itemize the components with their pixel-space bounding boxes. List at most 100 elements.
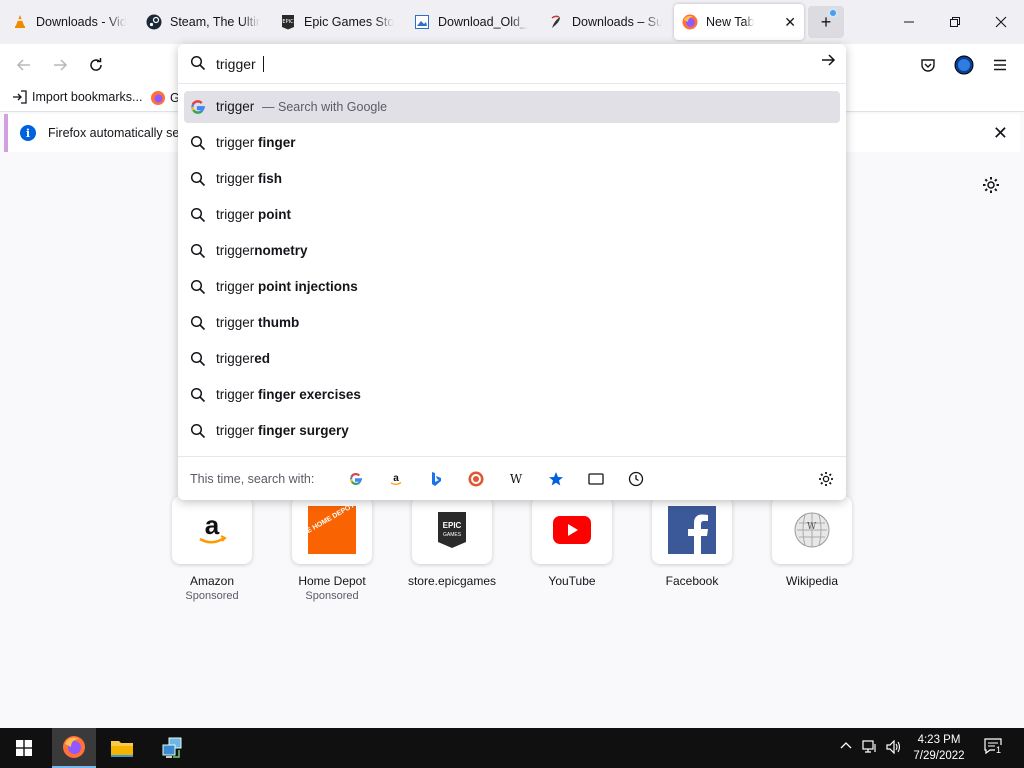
customize-newtab-button[interactable] [982,176,1000,200]
engine-wikipedia-button[interactable]: W [506,469,526,489]
tab-steam[interactable]: Steam, The Ultim [138,4,268,40]
top-site-facebook[interactable]: Facebook [652,496,732,588]
network-computer-icon [162,737,182,758]
close-notification-icon[interactable]: ✕ [993,123,1008,144]
show-hidden-icons-button[interactable] [840,740,852,755]
back-button[interactable] [10,52,38,78]
import-bookmarks-button[interactable]: Import bookmarks... [12,90,142,104]
engine-history-button[interactable] [626,469,646,489]
account-button[interactable] [950,52,978,78]
windows-logo-icon [16,740,32,756]
suggestion-row[interactable]: trigger point injections [184,271,840,303]
svg-text:EPIC: EPIC [443,521,462,530]
facebook-logo-icon [668,506,716,554]
suggestion-row[interactable]: trigger finger surgery [184,415,840,447]
info-icon: i [20,125,36,141]
top-site-home-depot[interactable]: THE HOME DEPOT Home Depot Sponsored [292,496,372,602]
amazon-icon: a [390,473,402,486]
network-tray-button[interactable] [862,740,878,757]
suggestion-row[interactable]: triggernometry [184,235,840,267]
reload-icon [90,58,102,71]
action-center-button[interactable]: 1 [984,738,1004,759]
steam-icon [146,14,162,30]
suggestion-row[interactable]: triggered [184,343,840,375]
bookmark-getting-started[interactable]: G [150,90,180,106]
suggestion-row[interactable]: trigger point [184,199,840,231]
folder-icon [111,741,133,757]
suggestion-completion: finger [258,135,296,150]
engine-amazon-button[interactable]: a [386,469,406,489]
volume-tray-button[interactable] [886,739,902,757]
engine-google-button[interactable] [346,469,366,489]
svg-text:a: a [393,473,399,484]
top-site-tile[interactable]: THE HOME DEPOT [292,496,372,564]
suggestion-row[interactable]: trigger finger exercises [184,379,840,411]
tab-title: New Tab [706,15,755,29]
suggestion-typed: trigger [216,99,255,114]
engine-bookmarks-button[interactable] [546,469,566,489]
top-site-epicgames[interactable]: EPIC GAMES store.epicgames [408,496,496,588]
suggestion-row[interactable]: trigger thumb [184,307,840,339]
search-settings-button[interactable] [816,469,836,489]
minimize-button[interactable] [886,0,932,44]
tab-download-old[interactable]: Download_Old_B [406,4,536,40]
close-tab-icon[interactable]: ✕ [784,14,796,31]
top-site-tile[interactable] [532,496,612,564]
taskbar-firefox[interactable] [52,728,96,768]
suggestion-typed: trigger [216,351,255,366]
forward-button[interactable] [46,52,74,78]
top-site-tile[interactable]: a [172,496,252,564]
taskbar-file-explorer[interactable] [100,728,144,768]
suggestion-text: triggered [216,351,270,366]
top-site-name: Wikipedia [785,574,839,588]
chevron-up-icon [840,742,852,749]
new-tab-button[interactable]: + [808,6,844,38]
history-icon [628,471,644,487]
restore-button[interactable] [932,0,978,44]
wikipedia-icon: W [510,472,523,486]
top-site-youtube[interactable]: YouTube [532,496,612,588]
app-menu-button[interactable] [986,52,1014,78]
suggestion-row[interactable]: trigger finger [184,127,840,159]
svg-text:EPIC: EPIC [282,19,294,25]
go-button[interactable] [820,52,836,73]
tab-downloads-vlc[interactable]: Downloads - Vide [4,4,134,40]
taskbar-clock[interactable]: 4:23 PM 7/29/2022 [906,732,972,764]
reload-button[interactable] [82,52,110,78]
svg-text:a: a [205,510,220,540]
top-site-tile[interactable]: EPIC GAMES [412,496,492,564]
one-off-label: This time, search with: [190,472,315,486]
start-button[interactable] [0,728,48,768]
top-site-tile[interactable]: W [772,496,852,564]
tab-downloads-sup[interactable]: Downloads – Sup [540,4,670,40]
top-site-name: Home Depot [298,574,366,588]
suggestion-row[interactable]: trigger — Search with Google [184,91,840,123]
pocket-button[interactable] [914,52,942,78]
top-site-wikipedia[interactable]: W Wikipedia [772,496,852,588]
tab-new-tab[interactable]: New Tab ✕ [674,4,804,40]
bing-icon [432,472,441,486]
suggestion-typed: trigger [216,243,255,258]
top-site-amazon[interactable]: a Amazon Sponsored [172,496,252,602]
svg-text:GAMES: GAMES [443,532,462,538]
tabs-icon [588,473,604,485]
restore-icon [950,17,960,27]
close-window-button[interactable] [978,0,1024,44]
tab-epic-games[interactable]: EPIC Epic Games Store [272,4,402,40]
suggestion-typed: trigger [216,171,259,186]
suggestion-text: trigger — Search with Google [216,99,387,114]
epic-games-icon: EPIC [282,15,294,30]
urlbar-value: trigger [216,56,260,72]
suggestion-completion: point injections [258,279,358,294]
urlbar-input[interactable]: trigger [178,44,846,84]
engine-duckduckgo-button[interactable] [466,469,486,489]
suggestion-completion: point [258,207,292,222]
urlbar-text[interactable]: trigger [216,56,264,72]
engine-bing-button[interactable] [426,469,446,489]
arrow-right-icon [822,54,836,66]
taskbar-network-app[interactable] [150,728,194,768]
engine-tabs-button[interactable] [586,469,606,489]
top-site-tile[interactable] [652,496,732,564]
suggestion-completion: ed [254,351,271,366]
suggestion-row[interactable]: trigger fish [184,163,840,195]
